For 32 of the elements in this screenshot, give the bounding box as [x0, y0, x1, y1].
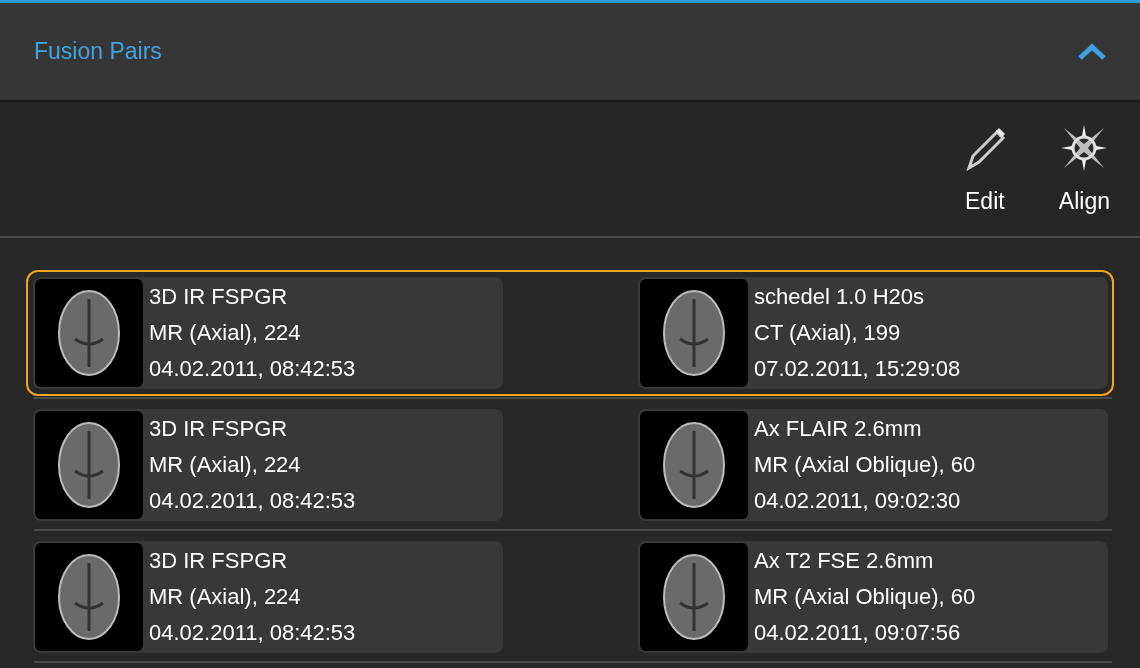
series-modality: MR (Axial Oblique), 60	[754, 451, 976, 479]
fusion-pair-row[interactable]: 3D IR FSPGR MR (Axial), 224 04.02.2011, 08:42:53 schedel 1.0 H20s CT (Axial), 199 07.02.2011, 15:29:08	[26, 270, 1114, 396]
panel-title: Fusion Pairs	[34, 38, 162, 65]
fusion-pair-row[interactable]: 3D IR FSPGR MR (Axial), 224 04.02.2011, 08:42:53 Ax T2 FSE 2.6mm MR (Axial Oblique), 60 04.02.2011, 09:07:56	[26, 534, 1114, 660]
series-name: 3D IR FSPGR	[149, 283, 289, 311]
series-name: Ax T2 FSE 2.6mm	[754, 547, 935, 575]
series-card[interactable]: Ax T2 FSE 2.6mm MR (Axial Oblique), 60 04.02.2011, 09:07:56	[638, 541, 1108, 653]
series-card[interactable]: Ax FLAIR 2.6mm MR (Axial Oblique), 60 04.02.2011, 09:02:30	[638, 409, 1108, 521]
series-datetime: 04.02.2011, 09:07:56	[754, 619, 962, 647]
series-datetime: 04.02.2011, 08:42:53	[149, 487, 356, 515]
series-name: Ax FLAIR 2.6mm	[754, 415, 923, 443]
series-card[interactable]: schedel 1.0 H20s CT (Axial), 199 07.02.2011, 15:29:08	[638, 277, 1108, 389]
edit-button[interactable]: Edit	[960, 123, 1009, 215]
series-card[interactable]: 3D IR FSPGR MR (Axial), 224 04.02.2011, 08:42:53	[33, 541, 503, 653]
collapse-button[interactable]	[1078, 41, 1106, 62]
series-name: 3D IR FSPGR	[149, 547, 289, 575]
series-modality: MR (Axial Oblique), 60	[754, 583, 976, 611]
series-name: schedel 1.0 H20s	[754, 283, 925, 311]
align-button[interactable]: Align	[1058, 123, 1110, 215]
series-datetime: 07.02.2011, 15:29:08	[754, 355, 961, 383]
series-name: 3D IR FSPGR	[149, 415, 289, 443]
series-datetime: 04.02.2011, 08:42:53	[149, 619, 356, 647]
fusion-pair-row[interactable]: 3D IR FSPGR MR (Axial), 224 04.02.2011, 08:42:53 Ax FLAIR 2.6mm MR (Axial Oblique), 60 04.02.2011, 09:02:30	[26, 402, 1114, 528]
series-datetime: 04.02.2011, 09:02:30	[754, 487, 962, 515]
series-modality: MR (Axial), 224	[149, 451, 302, 479]
series-modality: MR (Axial), 224	[149, 319, 302, 347]
series-modality: CT (Axial), 199	[754, 319, 902, 347]
series-modality: MR (Axial), 224	[149, 583, 302, 611]
chevron-icon	[1078, 41, 1106, 62]
series-card[interactable]: 3D IR FSPGR MR (Axial), 224 04.02.2011, 08:42:53	[33, 277, 503, 389]
series-card[interactable]: 3D IR FSPGR MR (Axial), 224 04.02.2011, 08:42:53	[33, 409, 503, 521]
series-datetime: 04.02.2011, 08:42:53	[149, 355, 356, 383]
